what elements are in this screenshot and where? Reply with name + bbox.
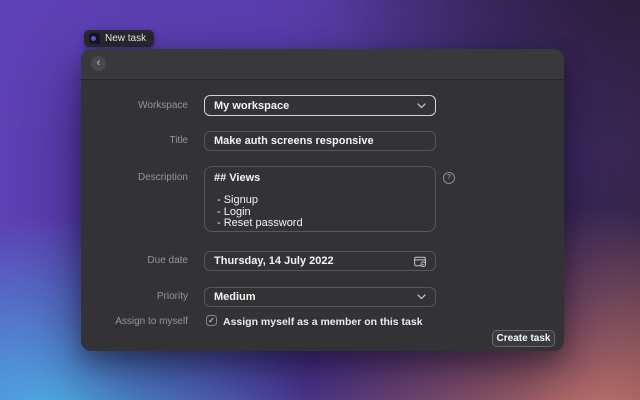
chevron-down-icon: [417, 294, 426, 300]
due-date-value: Thursday, 14 July 2022: [214, 255, 334, 267]
description-items: - Signup - Login - Reset password: [217, 194, 303, 229]
description-heading: ## Views: [214, 172, 261, 184]
title-label: Title: [169, 135, 188, 146]
title-input[interactable]: Make auth screens responsive: [204, 131, 436, 151]
create-task-button[interactable]: Create task: [492, 330, 555, 347]
chevron-down-icon: [417, 102, 426, 109]
workspace-select[interactable]: My workspace: [204, 95, 436, 116]
calendar-icon: [414, 256, 426, 267]
due-date-input[interactable]: Thursday, 14 July 2022: [204, 251, 436, 271]
assign-checkbox-label[interactable]: Assign myself as a member on this task: [223, 316, 423, 328]
checkmark-icon: ✓: [208, 316, 215, 325]
priority-select[interactable]: Medium: [204, 287, 436, 307]
priority-label: Priority: [156, 291, 188, 302]
dialog-header: ‹: [81, 49, 564, 80]
desktop-background: New task ‹ Workspace My workspace Title …: [0, 0, 640, 400]
markdown-help-icon[interactable]: ?: [443, 172, 455, 184]
due-date-label: Due date: [147, 255, 188, 266]
back-button[interactable]: ‹: [91, 56, 106, 71]
chevron-left-icon: ‹: [96, 57, 101, 69]
window-tab-label: New task: [105, 33, 147, 44]
description-textarea[interactable]: ## Views - Signup - Login - Reset passwo…: [204, 166, 436, 232]
workspace-value: My workspace: [214, 99, 290, 112]
description-label: Description: [137, 172, 188, 183]
assign-to-myself-label: Assign to myself: [115, 316, 188, 327]
new-task-dialog: ‹ Workspace My workspace Title Make auth…: [81, 49, 564, 351]
app-favicon-icon: [89, 33, 100, 44]
window-tab[interactable]: New task: [84, 30, 155, 47]
workspace-label: Workspace: [138, 100, 188, 111]
priority-value: Medium: [214, 291, 256, 303]
assign-checkbox[interactable]: ✓: [206, 315, 217, 326]
title-value: Make auth screens responsive: [214, 135, 374, 147]
